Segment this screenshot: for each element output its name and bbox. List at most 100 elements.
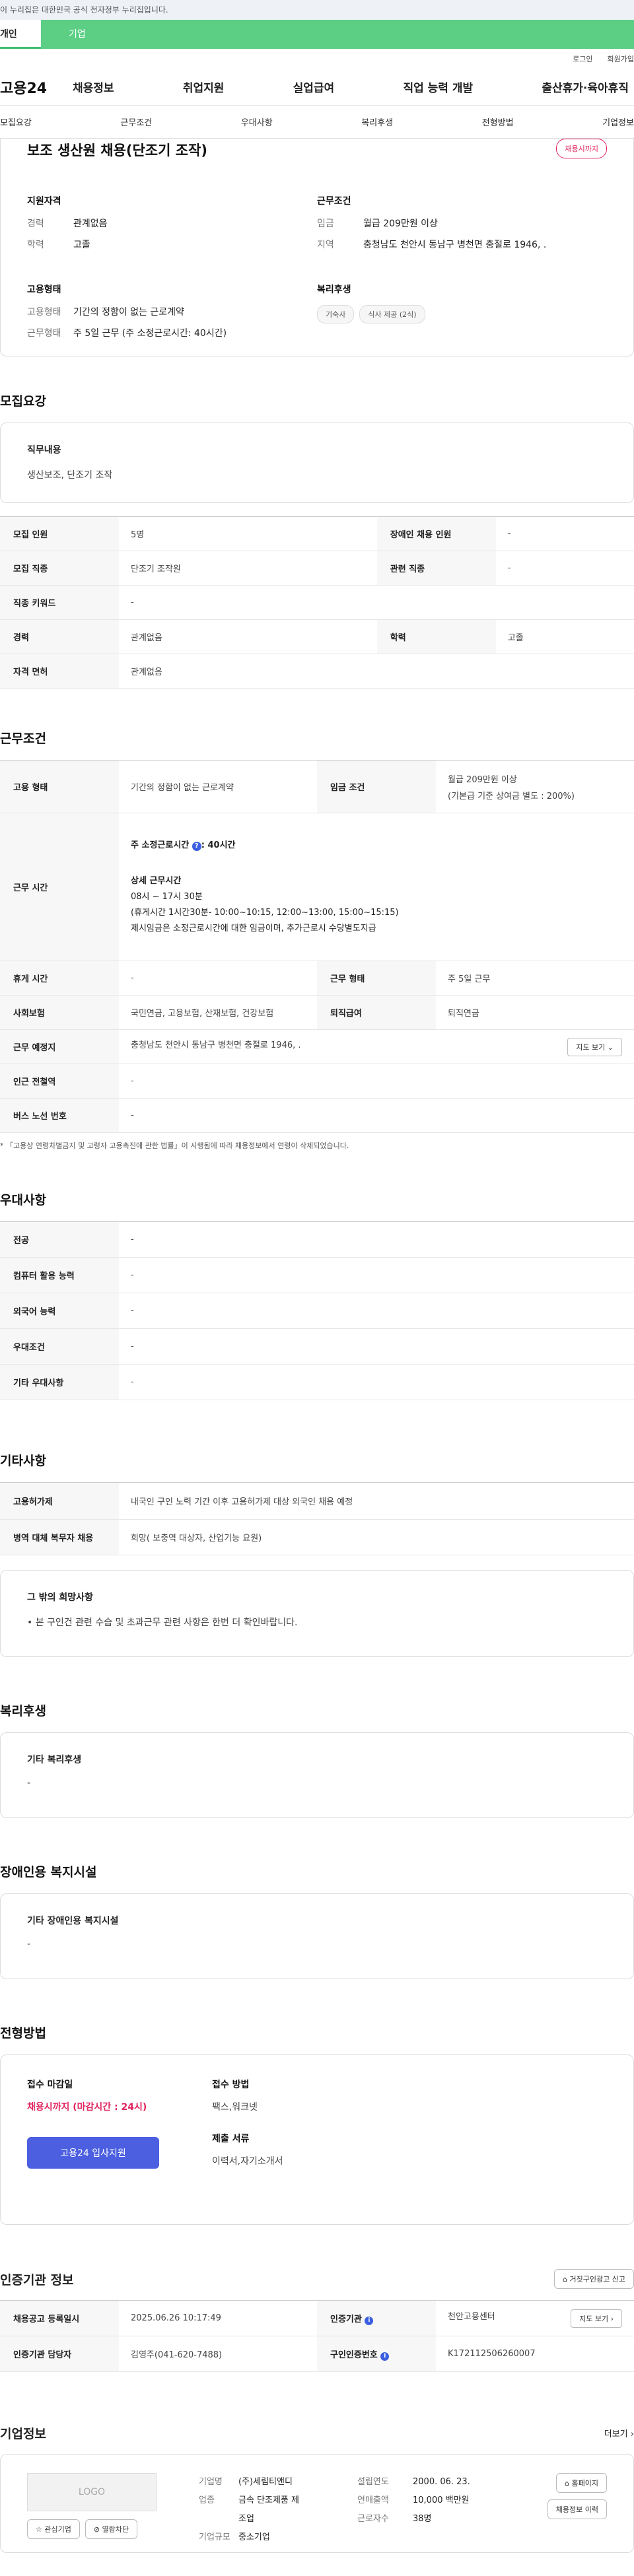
- cell-label: 채용공고 등록일시: [0, 2300, 119, 2336]
- table-row: 근무 시간 주 소정근로시간 ?: 40시간 상세 근무시간 08시 ~ 17시…: [0, 813, 634, 961]
- cell-label: 인근 전철역: [0, 1064, 119, 1099]
- home-icon: ⌂: [565, 2479, 570, 2488]
- info-icon[interactable]: i: [365, 2316, 374, 2325]
- edu-value: 고졸: [73, 240, 90, 250]
- area-value: 충청남도 천안시 동남구 병천면 충절로 1946, .: [363, 240, 547, 250]
- table-row: 휴게 시간 - 근무 형태 주 5일 근무: [0, 961, 634, 996]
- table-row: 고용허가제 내국인 구인 노력 기간 이후 고용허가제 대상 외국인 채용 예정: [0, 1482, 634, 1520]
- tab-recruit[interactable]: 모집요강: [0, 116, 32, 128]
- map-label: 지도 보기: [579, 2314, 609, 2323]
- pref-title: 우대사항: [0, 1193, 46, 1207]
- welfare-box: 기타 복리후생 -: [0, 1732, 634, 1818]
- more-link[interactable]: 더보기 ›: [604, 2427, 634, 2439]
- area-label: 지역: [317, 240, 334, 250]
- etc-note-value: • 본 구인건 관련 수습 및 초과근무 관련 사항은 한번 더 확인바랍니다.: [27, 1617, 298, 1628]
- agency-map-button[interactable]: 지도 보기 ›: [571, 2309, 622, 2328]
- map-button-label: 지도 보기: [576, 1042, 606, 1052]
- company-card: LOGO ☆ 관심기업 ⊘ 열람차단 기업명 (주)세림티앤디 업종 금속 단조제품…: [0, 2454, 634, 2553]
- menu-parental-leave[interactable]: 출산휴가·육아휴직: [542, 79, 629, 95]
- apply-button[interactable]: 고용24 입사지원: [27, 2137, 159, 2169]
- table-row: 경력 관계없음 학력 고졸: [0, 619, 634, 654]
- info-icon[interactable]: ?: [192, 841, 201, 851]
- tab-pref[interactable]: 우대사항: [241, 116, 273, 128]
- site-logo[interactable]: 고용24: [0, 77, 73, 98]
- section-tabs: 모집요강 근무조건 우대사항 복리후생 전형방법 기업정보: [0, 106, 634, 139]
- cell-value: -: [119, 1221, 634, 1258]
- deadline-value: 채용시까지 (마감시간 : 24시): [27, 2102, 147, 2113]
- block-button[interactable]: ⊘ 열람차단: [85, 2519, 138, 2539]
- chevron-down-icon: ⌄: [607, 1042, 614, 1052]
- table-row: 자격 면허 관계없음: [0, 654, 634, 689]
- wage-line: 월급 209만원 이상: [448, 774, 517, 785]
- block-icon: ⊘: [93, 2525, 100, 2534]
- tab-welfare[interactable]: 복리후생: [361, 116, 393, 128]
- tab-apply[interactable]: 전형방법: [482, 116, 514, 128]
- co-label: 연매출액: [357, 2495, 389, 2505]
- report-button[interactable]: ⌂ 거짓구인광고 신고: [554, 2269, 634, 2289]
- company-title: 기업정보: [0, 2426, 46, 2441]
- cell-value: -: [495, 516, 634, 551]
- emp-form-value: 주 5일 근무 (주 소정근로시간: 40시간): [73, 328, 227, 339]
- info-icon[interactable]: i: [380, 2352, 390, 2361]
- fav-label: 관심기업: [44, 2525, 71, 2534]
- table-row: 채용공고 등록일시 2025.06.26 10:17:49 인증기관 i 천안고용센터…: [0, 2300, 634, 2336]
- service-tabs: 개인 기업: [0, 20, 634, 49]
- cell-label: 인증기관 담당자: [0, 2336, 119, 2372]
- work-table: 고용 형태 기간의 정함이 없는 근로계약 임금 조건 월급 209만원 이상 (기본급…: [0, 760, 634, 1133]
- fav-button[interactable]: ☆ 관심기업: [27, 2519, 80, 2539]
- tab-work[interactable]: 근무조건: [120, 116, 152, 128]
- tab-individual[interactable]: 개인: [0, 20, 41, 49]
- home-icon: ⌂: [563, 2275, 568, 2284]
- age-notice: * 「고용상 연령차별금지 및 고령자 고용촉진에 관한 법률」이 시행됨에 따…: [0, 1141, 349, 1150]
- login-link[interactable]: 로그인: [573, 53, 592, 64]
- cell-value: 5명: [119, 516, 377, 551]
- cell-label: 근무 시간: [0, 813, 119, 961]
- emp-type-label: 고용형태: [27, 307, 61, 318]
- cell-label: 경력: [0, 619, 119, 654]
- agency-table: 채용공고 등록일시 2025.06.26 10:17:49 인증기관 i 천안고용센터…: [0, 2300, 634, 2372]
- co-value: 조업: [238, 2514, 254, 2524]
- agency-label: 인증기관: [330, 2314, 362, 2324]
- table-row: 고용 형태 기간의 정함이 없는 근로계약 임금 조건 월급 209만원 이상 (기본급…: [0, 760, 634, 813]
- history-button[interactable]: 채용정보 이력: [547, 2499, 607, 2519]
- cell-label: 장애인 채용 인원: [376, 516, 496, 551]
- welfare-heading: 복리후생: [317, 285, 351, 295]
- table-row: 기타 우대사항 -: [0, 1364, 634, 1400]
- cell-value: 관계없음: [119, 619, 377, 654]
- menu-job-info[interactable]: 채용정보: [73, 79, 114, 95]
- method-heading: 접수 방법: [212, 2080, 250, 2090]
- table-row: 인근 전철역 -: [0, 1064, 634, 1099]
- map-button[interactable]: 지도 보기 ⌄: [567, 1037, 622, 1056]
- welfare-box-value: -: [27, 1778, 31, 1788]
- duty-box: 직무내용 생산보조, 단조기 조작: [0, 423, 634, 503]
- table-row: 직종 키워드 -: [0, 585, 634, 620]
- menu-unemployment-benefit[interactable]: 실업급여: [293, 79, 335, 95]
- qual-heading: 지원자격: [27, 196, 61, 207]
- wage-value: 월급 209만원 이상: [363, 219, 438, 229]
- cell-label: 인증기관 i: [317, 2300, 436, 2336]
- deadline-heading: 접수 마감일: [27, 2080, 73, 2090]
- table-row: 전공 -: [0, 1221, 634, 1258]
- co-value: (주)세림티앤디: [238, 2477, 293, 2487]
- time-value: : 40시간: [201, 840, 236, 850]
- cell-label: 자격 면허: [0, 654, 119, 689]
- tab-company[interactable]: 기업정보: [602, 116, 634, 128]
- doc-value: 이력서,자기소개서: [212, 2156, 283, 2167]
- homepage-button[interactable]: ⌂ 홈페이지: [556, 2473, 607, 2493]
- co-value: 10,000 백만원: [413, 2495, 470, 2505]
- cell-value: 퇴직연금: [436, 995, 634, 1030]
- work-title: 근무조건: [0, 731, 46, 746]
- menu-employment-support[interactable]: 취업지원: [183, 79, 225, 95]
- menu-skills-development[interactable]: 직업 능력 개발: [403, 79, 473, 95]
- table-row: 병역 대체 복무자 채용 희망( 보충역 대상자, 산업기능 요원): [0, 1519, 634, 1555]
- cell-value: 고졸: [495, 619, 634, 654]
- co-label: 기업규모: [199, 2532, 230, 2542]
- co-value: 2000. 06. 23.: [413, 2477, 470, 2487]
- join-link[interactable]: 회원가입: [608, 53, 634, 64]
- cell-label: 임금 조건: [317, 760, 436, 813]
- detail-heading: 상세 근무시간: [131, 875, 182, 886]
- tab-company[interactable]: 기업: [41, 20, 634, 49]
- cell-label: 관련 직종: [376, 551, 496, 586]
- cell-value: 주 소정근로시간 ?: 40시간 상세 근무시간 08시 ~ 17시 30분 (…: [119, 813, 634, 961]
- agency-value: 천안고용센터: [448, 2311, 495, 2322]
